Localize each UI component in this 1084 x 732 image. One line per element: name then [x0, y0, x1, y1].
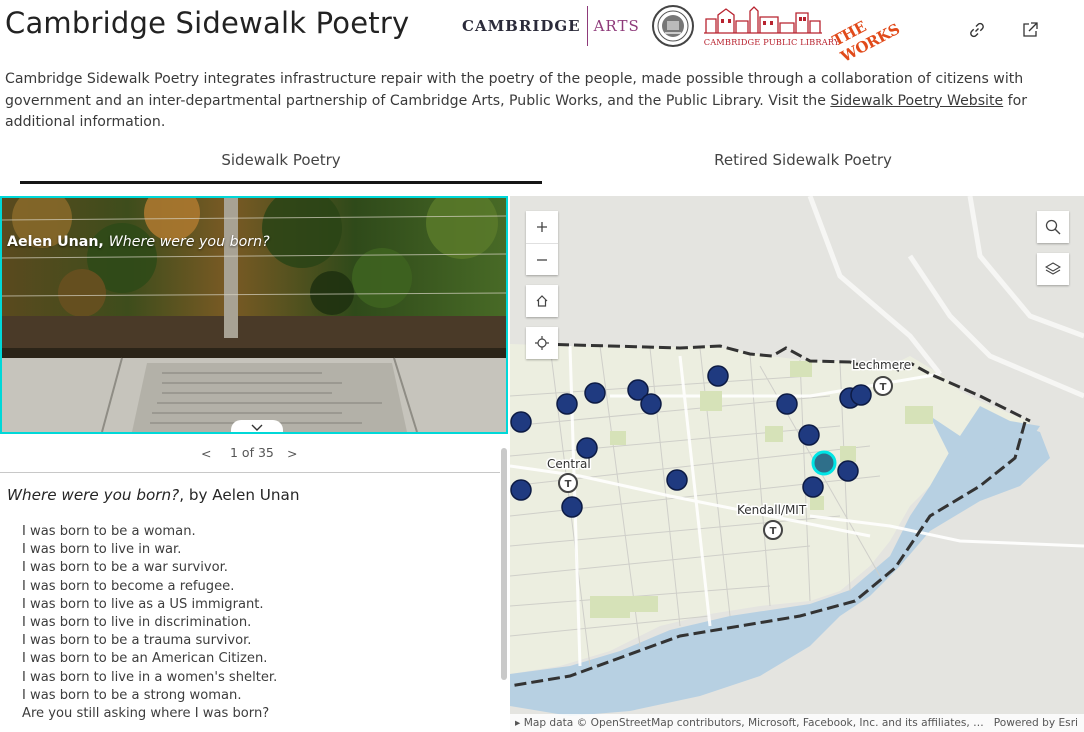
transit-marker-central: T — [558, 473, 578, 493]
sidewalk-poetry-website-link[interactable]: Sidewalk Poetry Website — [830, 93, 1003, 109]
central-label: Central — [547, 457, 591, 471]
page-title: Cambridge Sidewalk Poetry — [5, 6, 410, 40]
poem-line: I was born to live in a women's shelter. — [22, 669, 278, 685]
works-logo-text: THE WORKS — [829, 17, 903, 66]
zoom-out-button[interactable] — [526, 243, 558, 275]
poem-title: Where were you born? — [7, 486, 180, 504]
zoom-control — [526, 211, 558, 275]
library-building-icon — [703, 6, 822, 34]
poem-line: I was born to live in discrimination. — [22, 615, 252, 631]
poem-line: Are you still asking where I was born? — [22, 706, 270, 722]
layers-control — [1037, 253, 1069, 285]
tab-bar: Sidewalk Poetry Retired Sidewalk Poetry — [0, 140, 1084, 186]
feature-panel: Aelen Unan, Where were you born? < 1 of … — [0, 196, 510, 732]
poem-point[interactable] — [666, 469, 688, 491]
works-logo: THE WORKS — [829, 5, 902, 66]
attribution-sources: Map data © OpenStreetMap contributors, M… — [523, 717, 984, 729]
lechmere-label: Lechmere — [852, 358, 911, 372]
zoom-in-button[interactable] — [526, 211, 558, 243]
library-logo: CAMBRIDGE PUBLIC LIBRARY — [703, 5, 839, 47]
feature-count: 1 of 35 — [230, 445, 274, 460]
poem-line: I was born to be a trauma survivor. — [22, 633, 252, 649]
library-caption: CAMBRIDGE PUBLIC LIBRARY — [703, 37, 840, 47]
poem-point[interactable] — [561, 496, 583, 518]
svg-text:T: T — [565, 479, 572, 490]
kendall-label: Kendall/MIT — [737, 503, 807, 517]
poem-point[interactable] — [802, 476, 824, 498]
attribution-text[interactable]: ▸ Map data © OpenStreetMap contributors,… — [515, 714, 984, 732]
map-search-button[interactable] — [1037, 211, 1069, 243]
locate-icon — [535, 336, 549, 350]
transit-marker-lechmere: T — [873, 376, 893, 396]
search-control — [1037, 211, 1069, 243]
poem-line: I was born to be a woman. — [22, 524, 196, 539]
poem-photo: Aelen Unan, Where were you born? — [0, 196, 508, 434]
home-control — [526, 285, 558, 317]
minus-icon — [537, 258, 547, 261]
poem-point[interactable] — [837, 460, 859, 482]
svg-text:T: T — [880, 382, 887, 393]
next-feature-button[interactable]: > — [287, 446, 297, 461]
poem-point[interactable] — [510, 479, 532, 501]
poem-line: I was born to be a war survivor. — [22, 560, 228, 576]
selected-poem-point[interactable] — [811, 450, 837, 476]
poem-point[interactable] — [576, 437, 598, 459]
poem-line: I was born to be a strong woman. — [22, 687, 242, 703]
poem-line: I was born to become a refugee. — [22, 578, 235, 594]
locate-control — [526, 327, 558, 359]
caption-poem-title: Where were you born? — [108, 234, 270, 250]
svg-text:T: T — [770, 526, 777, 537]
poem-line: I was born to be an American Citizen. — [22, 651, 268, 667]
collapse-media-button[interactable] — [231, 420, 283, 432]
poem-point[interactable] — [556, 393, 578, 415]
logo-divider — [586, 6, 588, 46]
arts-logo-text: ARTS — [593, 17, 640, 35]
previous-feature-button[interactable]: < — [201, 446, 211, 461]
poem-heading: Where were you born?, by Aelen Unan — [7, 486, 299, 504]
poem-point[interactable] — [640, 393, 662, 415]
share-icon — [1023, 22, 1038, 37]
map-attribution: ▸ Map data © OpenStreetMap contributors,… — [510, 714, 1084, 732]
plus-icon — [537, 222, 547, 232]
link-icon — [970, 22, 984, 38]
poem-body: I was born to be a woman. I was born to … — [22, 523, 277, 723]
partner-logos: CAMBRIDGE ARTS CAMBRIDGE PUBLIC LIBRARY … — [462, 5, 902, 66]
locate-button[interactable] — [526, 327, 558, 359]
cambridge-logo-text: CAMBRIDGE — [462, 17, 581, 35]
poem-point[interactable] — [798, 424, 820, 446]
poem-point[interactable] — [584, 382, 606, 404]
poem-point[interactable] — [850, 384, 872, 406]
poem-point[interactable] — [510, 411, 532, 433]
layers-icon — [1045, 262, 1061, 275]
layer-list-button[interactable] — [1037, 253, 1069, 285]
photo-caption: Aelen Unan, Where were you born? — [7, 234, 270, 250]
caption-author: Aelen Unan, — [7, 234, 104, 250]
poem-line: I was born to live in war. — [22, 542, 182, 558]
tab-sidewalk-poetry[interactable]: Sidewalk Poetry — [20, 140, 542, 186]
panel-divider — [0, 472, 500, 473]
chevron-down-icon — [251, 424, 263, 431]
feature-pager: < 1 of 35 > — [0, 438, 510, 468]
home-button[interactable] — [526, 285, 558, 317]
city-seal-logo — [651, 5, 694, 47]
powered-by-esri[interactable]: Powered by Esri — [994, 714, 1078, 732]
tab-retired-sidewalk-poetry[interactable]: Retired Sidewalk Poetry — [542, 140, 1064, 186]
panel-scrollbar[interactable] — [501, 448, 507, 680]
intro-paragraph: Cambridge Sidewalk Poetry integrates inf… — [5, 69, 1075, 134]
search-icon — [1045, 219, 1061, 235]
app-header: Cambridge Sidewalk Poetry CAMBRIDGE ARTS — [0, 0, 1084, 66]
map-view[interactable]: T T T Central Kendall/MIT Lechmere ▸ Map… — [510, 196, 1084, 732]
share-button[interactable] — [1018, 18, 1042, 42]
poem-byline: , by Aelen Unan — [179, 486, 300, 504]
poem-point[interactable] — [707, 365, 729, 387]
basemap: T T T Central Kendall/MIT Lechmere — [510, 196, 1084, 732]
poem-line: I was born to live as a US immigrant. — [22, 596, 264, 612]
home-icon — [536, 295, 548, 307]
copy-link-button[interactable] — [965, 18, 989, 42]
poem-point[interactable] — [776, 393, 798, 415]
transit-marker-kendall: T — [763, 520, 783, 540]
